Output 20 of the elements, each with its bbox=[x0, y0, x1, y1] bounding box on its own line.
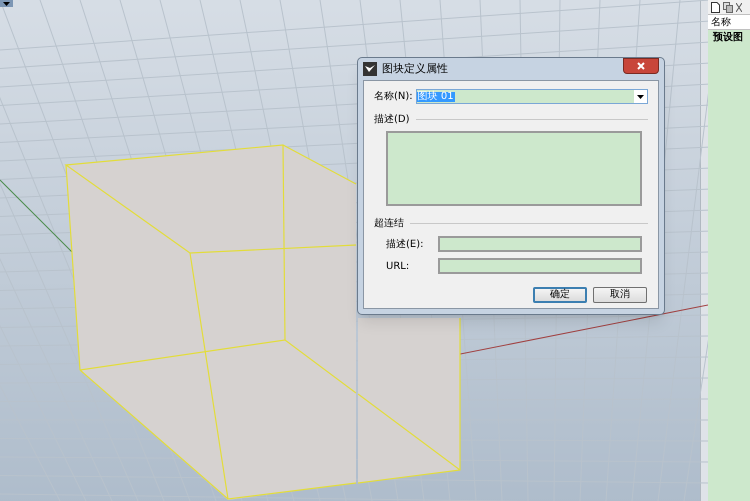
close-icon[interactable] bbox=[736, 2, 742, 12]
dialog-button[interactable]: 确定 bbox=[533, 287, 587, 303]
name-label: 名称(N): bbox=[374, 90, 413, 104]
app-logo-icon bbox=[363, 62, 377, 76]
close-icon bbox=[637, 62, 645, 70]
new-document-icon[interactable] bbox=[711, 2, 720, 12]
name-value: 图块 01 bbox=[416, 92, 455, 102]
description-group-label: 描述(D) bbox=[374, 112, 410, 127]
viewport-menu-icon[interactable] bbox=[0, 0, 13, 7]
close-button[interactable] bbox=[623, 58, 659, 74]
dropdown-arrow-icon bbox=[637, 94, 644, 98]
hyperlink-group-label: 超连结 bbox=[374, 216, 404, 231]
dialog-title: 图块定义属性 bbox=[382, 60, 448, 77]
field-label: 描述(E): bbox=[385, 238, 424, 252]
copy-icon[interactable] bbox=[723, 2, 733, 12]
field-label: URL: bbox=[385, 260, 410, 274]
input-field[interactable] bbox=[438, 258, 642, 274]
dialog-button[interactable]: 取消 bbox=[593, 287, 647, 303]
input-field[interactable] bbox=[438, 236, 642, 252]
layer-row[interactable]: 预设图 bbox=[708, 30, 750, 44]
